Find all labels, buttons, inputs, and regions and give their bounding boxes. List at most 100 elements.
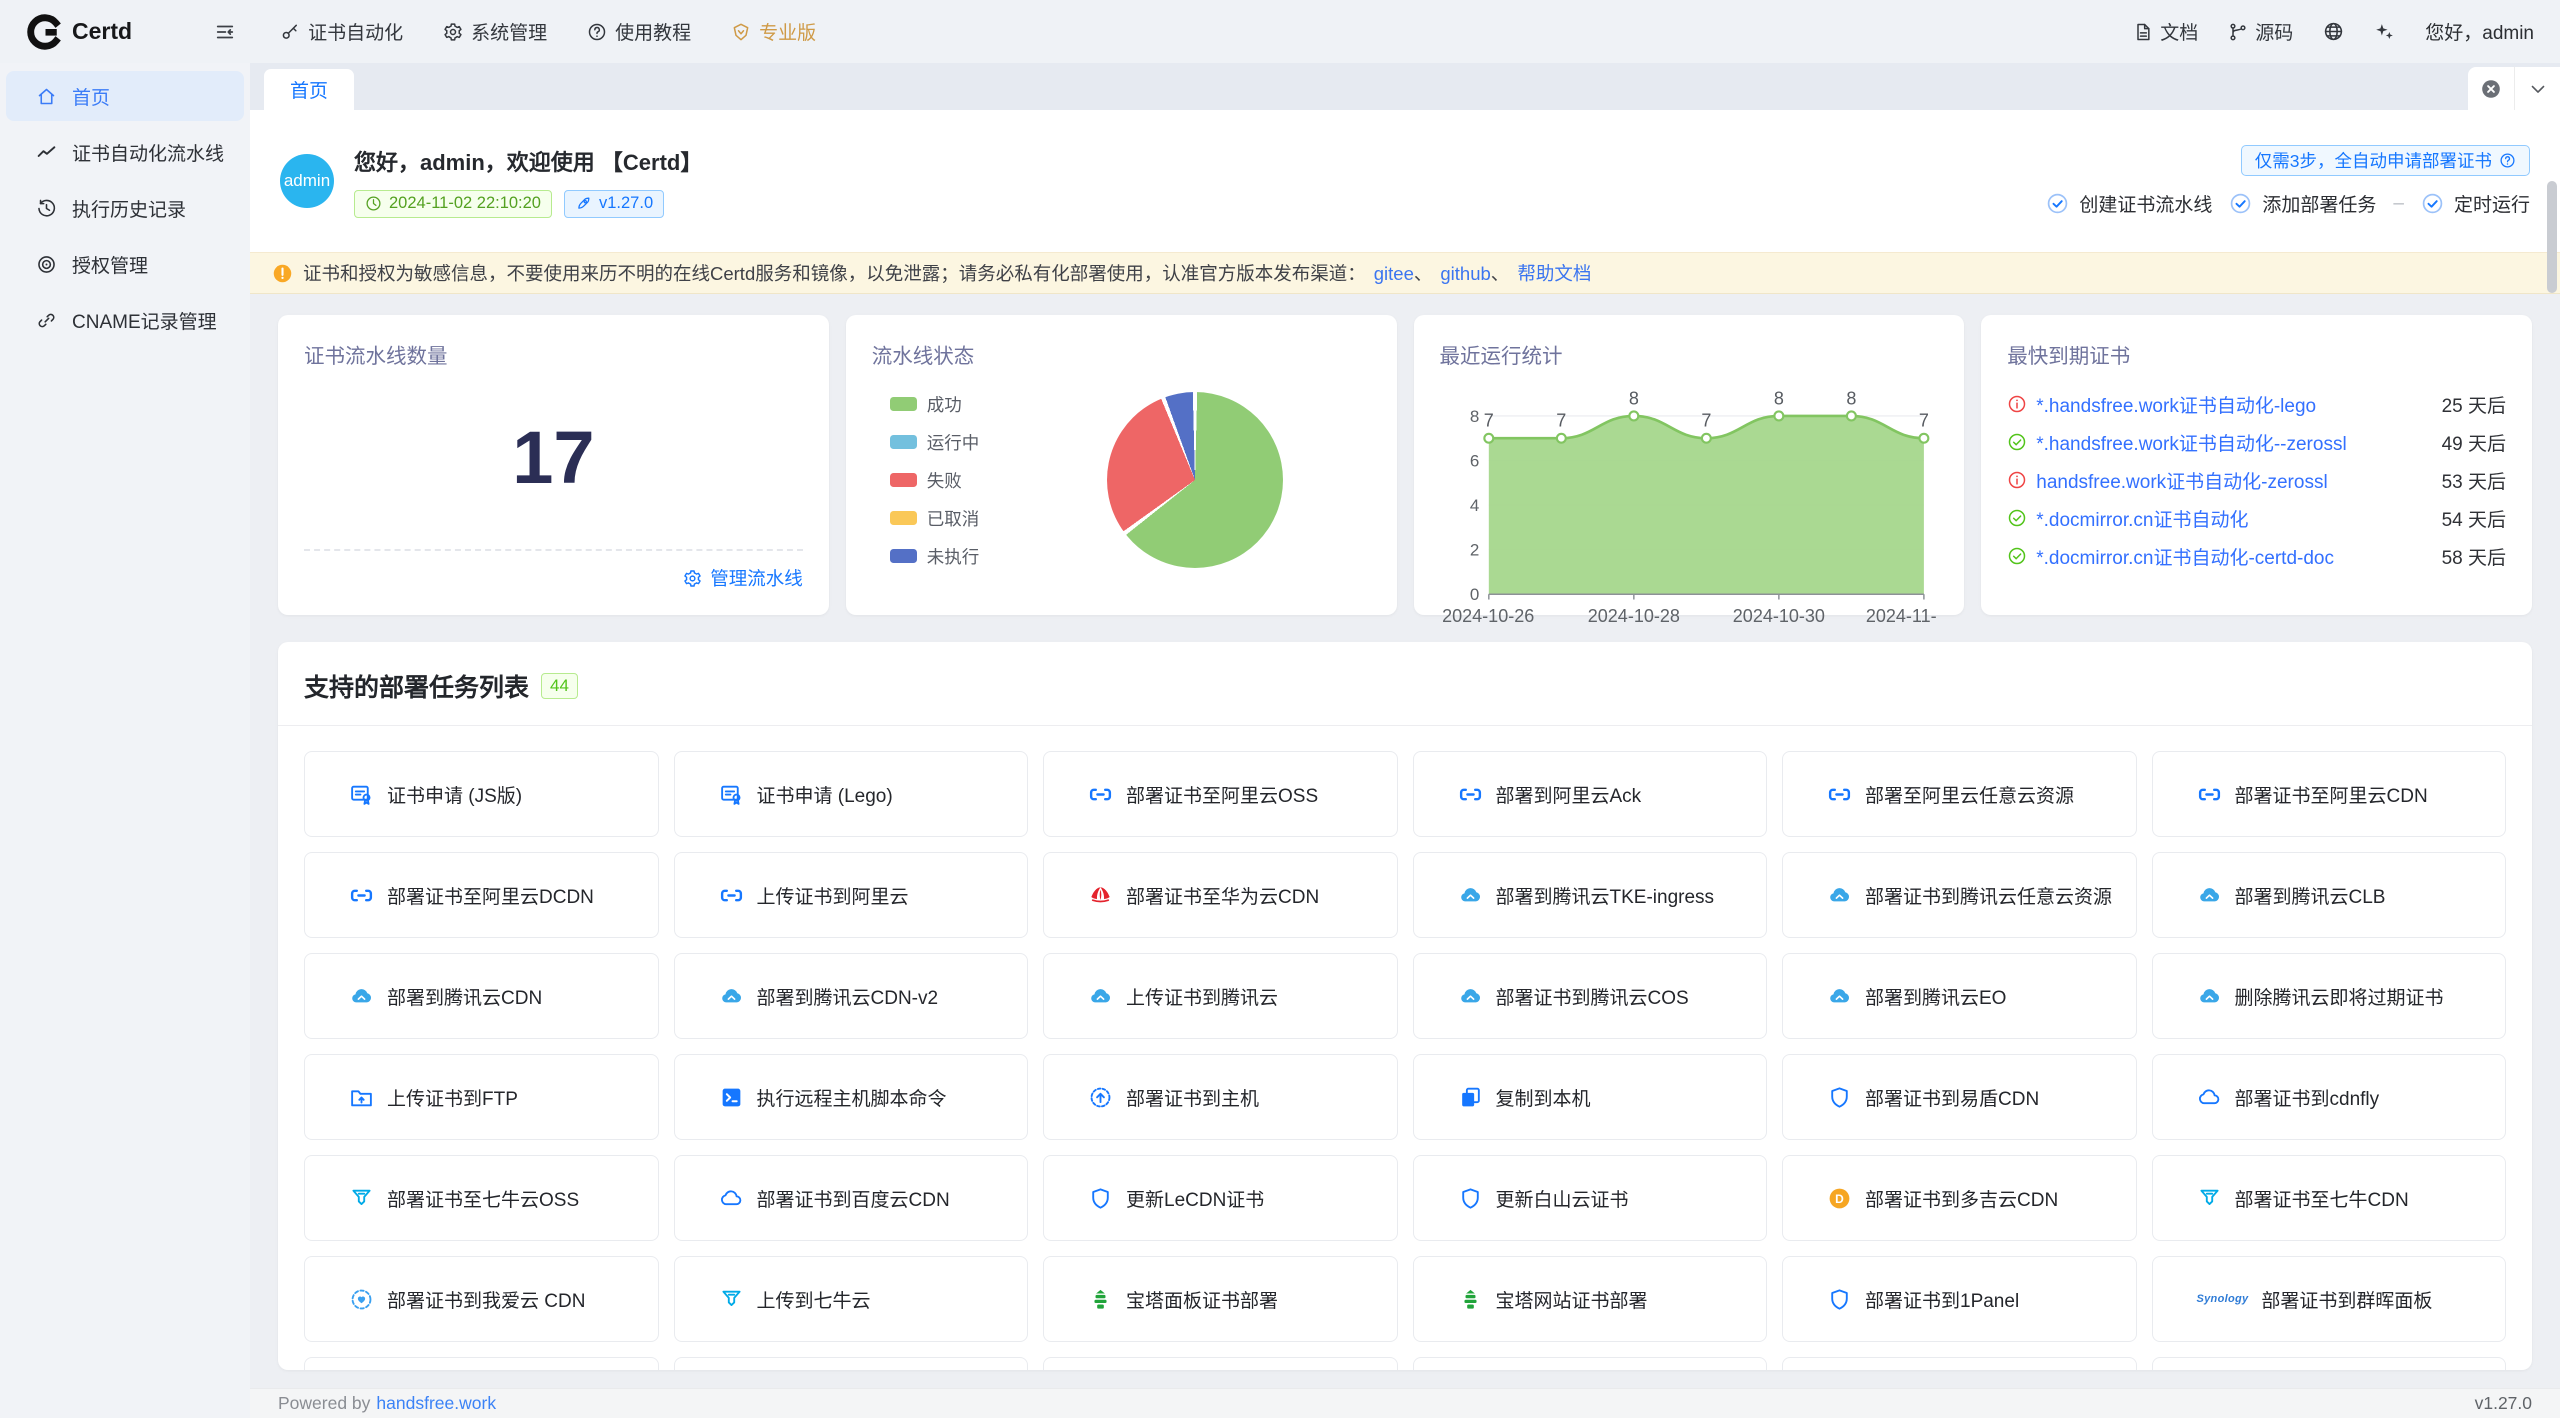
- task-card[interactable]: Synology 部署证书到群晖面板: [2152, 1256, 2507, 1342]
- footer: Powered by handsfree.work v1.27.0: [250, 1388, 2560, 1418]
- task-card[interactable]: 部署证书至阿里云DCDN: [304, 852, 659, 938]
- task-card[interactable]: 部署证书至七牛云OSS: [304, 1155, 659, 1241]
- cert-name-link[interactable]: handsfree.work证书自动化-zerossl: [2036, 467, 2327, 494]
- alert-link-帮助文档[interactable]: 帮助文档: [1517, 263, 1591, 284]
- task-card[interactable]: 宝塔面板证书部署: [1043, 1256, 1398, 1342]
- expiring-cert-row[interactable]: *.docmirror.cn证书自动化 54 天后: [2007, 499, 2506, 537]
- tab-list-dropdown[interactable]: [2514, 67, 2560, 110]
- sidebar-item-label: 首页: [72, 83, 110, 110]
- task-card[interactable]: 部署到腾讯云EO: [1782, 953, 2137, 1039]
- legend-item-运行中[interactable]: 运行中: [890, 430, 980, 455]
- guide-badge[interactable]: 仅需3步，全自动申请部署证书: [2241, 145, 2530, 176]
- task-label: 复制到本机: [1496, 1084, 1599, 1111]
- task-card[interactable]: 更新LeCDN证书: [1043, 1155, 1398, 1241]
- task-card[interactable]: 复制到本机: [1413, 1054, 1768, 1140]
- task-card-partial[interactable]: [1043, 1357, 1398, 1370]
- sidebar-item-history[interactable]: 执行历史记录: [6, 183, 244, 233]
- task-card[interactable]: 部署到腾讯云TKE-ingress: [1413, 852, 1768, 938]
- sidebar-item-auth[interactable]: 授权管理: [6, 239, 244, 289]
- legend-item-失败[interactable]: 失败: [890, 468, 980, 493]
- bt-panel-icon: [1088, 1287, 1113, 1312]
- cert-name-link[interactable]: *.handsfree.work证书自动化-lego: [2036, 391, 2316, 418]
- task-card[interactable]: 删除腾讯云即将过期证书: [2152, 953, 2507, 1039]
- question-circle-icon: [587, 22, 607, 42]
- task-card[interactable]: 部署证书到腾讯云COS: [1413, 953, 1768, 1039]
- task-card[interactable]: 部署证书到主机: [1043, 1054, 1398, 1140]
- nav-item-cert-automation[interactable]: 证书自动化: [280, 18, 403, 45]
- expiring-cert-row[interactable]: *.docmirror.cn证书自动化-certd-doc 58 天后: [2007, 537, 2506, 575]
- status-pie-chart[interactable]: [1107, 392, 1283, 568]
- scrollbar-thumb[interactable]: [2547, 181, 2557, 293]
- globe-icon[interactable]: [2323, 21, 2344, 42]
- task-card[interactable]: 部署证书到腾讯云任意云资源: [1782, 852, 2137, 938]
- task-card[interactable]: 部署到腾讯云CDN: [304, 953, 659, 1039]
- legend-item-未执行[interactable]: 未执行: [890, 544, 980, 569]
- source-link[interactable]: 源码: [2228, 18, 2293, 45]
- welcome-section: admin 您好，admin，欢迎使用 【Certd】 2024-11-02 2…: [250, 110, 2560, 252]
- cert-name-link[interactable]: *.docmirror.cn证书自动化: [2036, 505, 2248, 532]
- task-card[interactable]: 证书申请 (Lego): [674, 751, 1029, 837]
- handsfree-link[interactable]: handsfree.work: [376, 1393, 496, 1414]
- app-logo[interactable]: Certd: [26, 14, 132, 50]
- task-card[interactable]: 上传到七牛云: [674, 1256, 1029, 1342]
- nav-item-system-management[interactable]: 系统管理: [443, 18, 547, 45]
- task-card[interactable]: 部署证书到cdnfly: [2152, 1054, 2507, 1140]
- task-card[interactable]: 部署证书至阿里云CDN: [2152, 751, 2507, 837]
- cert-name-link[interactable]: *.docmirror.cn证书自动化-certd-doc: [2036, 543, 2334, 570]
- task-card[interactable]: 部署证书到易盾CDN: [1782, 1054, 2137, 1140]
- tab-home[interactable]: 首页: [264, 69, 354, 110]
- sidebar-item-cname[interactable]: CNAME记录管理: [6, 295, 244, 345]
- expiring-cert-row[interactable]: *.handsfree.work证书自动化-lego 25 天后: [2007, 385, 2506, 423]
- task-card[interactable]: 上传证书到腾讯云: [1043, 953, 1398, 1039]
- menu-fold-icon[interactable]: [214, 21, 236, 43]
- task-card-partial[interactable]: [304, 1357, 659, 1370]
- avatar[interactable]: admin: [280, 154, 334, 208]
- legend-item-成功[interactable]: 成功: [890, 392, 980, 417]
- task-card[interactable]: 部署到腾讯云CLB: [2152, 852, 2507, 938]
- task-card[interactable]: 上传证书到FTP: [304, 1054, 659, 1140]
- nav-item-pro-version[interactable]: 专业版: [731, 18, 816, 45]
- task-card[interactable]: 部署证书到1Panel: [1782, 1256, 2137, 1342]
- task-card[interactable]: 部署证书至阿里云OSS: [1043, 751, 1398, 837]
- task-card-partial[interactable]: [1782, 1357, 2137, 1370]
- recent-runs-chart[interactable]: 0246877878872024-10-262024-10-282024-10-…: [1440, 371, 1939, 639]
- alert-link-github[interactable]: github: [1440, 263, 1490, 284]
- tencent-cloud-icon: [2197, 883, 2222, 908]
- cert-name-link[interactable]: *.handsfree.work证书自动化--zerossl: [2036, 429, 2346, 456]
- task-card[interactable]: 上传证书到阿里云: [674, 852, 1029, 938]
- close-tab-button[interactable]: [2468, 67, 2514, 110]
- nav-item-tutorial[interactable]: 使用教程: [587, 18, 691, 45]
- expiring-cert-row[interactable]: *.handsfree.work证书自动化--zerossl 49 天后: [2007, 423, 2506, 461]
- task-card[interactable]: D 部署证书到多吉云CDN: [1782, 1155, 2137, 1241]
- task-card[interactable]: 部署证书至华为云CDN: [1043, 852, 1398, 938]
- task-card-partial[interactable]: [2152, 1357, 2507, 1370]
- doc-link[interactable]: 文档: [2133, 18, 2198, 45]
- task-card[interactable]: 部署至阿里云任意云资源: [1782, 751, 2137, 837]
- task-card[interactable]: 部署证书到我爱云 CDN: [304, 1256, 659, 1342]
- sparkles-icon[interactable]: [2374, 21, 2395, 42]
- sidebar: 首页 证书自动化流水线 执行历史记录 授权管理 CNAME记录管理: [0, 63, 250, 1418]
- expiring-cert-row[interactable]: handsfree.work证书自动化-zerossl 53 天后: [2007, 461, 2506, 499]
- task-card[interactable]: 部署证书至七牛CDN: [2152, 1155, 2507, 1241]
- task-card[interactable]: 证书申请 (JS版): [304, 751, 659, 837]
- manage-pipelines-link[interactable]: 管理流水线: [683, 565, 803, 591]
- task-card[interactable]: 部署到阿里云Ack: [1413, 751, 1768, 837]
- alert-link-gitee[interactable]: gitee: [1374, 263, 1414, 284]
- sidebar-item-pipelines[interactable]: 证书自动化流水线: [6, 127, 244, 177]
- task-card[interactable]: 部署证书到百度云CDN: [674, 1155, 1029, 1241]
- task-card-partial[interactable]: [674, 1357, 1029, 1370]
- clock-icon: [365, 195, 382, 212]
- version-text: v1.27.0: [599, 194, 653, 213]
- task-card[interactable]: 部署到腾讯云CDN-v2: [674, 953, 1029, 1039]
- sidebar-item-home[interactable]: 首页: [6, 71, 244, 121]
- task-card[interactable]: 更新白山云证书: [1413, 1155, 1768, 1241]
- expiring-list: *.handsfree.work证书自动化-lego 25 天后 *.hands…: [2007, 385, 2506, 575]
- legend-item-已取消[interactable]: 已取消: [890, 506, 980, 531]
- user-greeting[interactable]: 您好，admin: [2425, 18, 2534, 45]
- task-card[interactable]: 执行远程主机脚本命令: [674, 1054, 1029, 1140]
- guide-step-2: 添加部署任务: [2229, 190, 2376, 217]
- task-card-partial[interactable]: [1413, 1357, 1768, 1370]
- task-card[interactable]: 宝塔网站证书部署: [1413, 1256, 1768, 1342]
- link-icon: [36, 310, 57, 331]
- shield-icon: [1827, 1287, 1852, 1312]
